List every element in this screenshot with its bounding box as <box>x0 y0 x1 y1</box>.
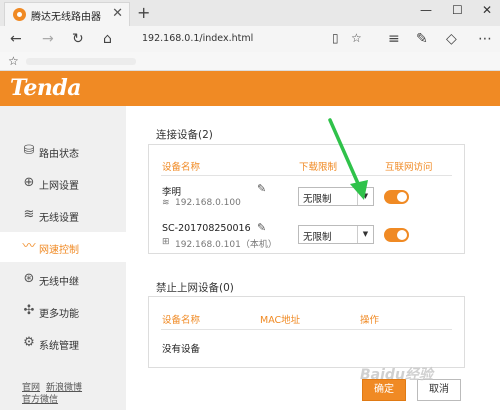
sidebar-item-internet-settings[interactable]: ⊕ 上网设置 <box>0 168 126 198</box>
reading-view-icon[interactable]: ▯ <box>332 31 339 45</box>
speed-icon: 〰 <box>22 239 36 254</box>
favorites-star-icon[interactable]: ☆ <box>8 54 19 68</box>
globe-icon: ⊕ <box>23 175 35 190</box>
tenda-favicon-icon <box>13 8 26 21</box>
device-ip: 192.168.0.101（本机） <box>175 240 277 250</box>
sidebar-item-system-management[interactable]: ⚙ 系统管理 <box>0 328 126 358</box>
chevron-down-icon: ▼ <box>357 226 373 243</box>
back-icon[interactable]: ← <box>10 31 22 47</box>
device-name: SC-201708250016 <box>162 223 251 234</box>
connected-devices-title: 连接设备(2) <box>156 129 213 141</box>
main-content: 连接设备(2) 设备名称 下载限制 互联网访问 李明 ✎ ≋ 192.168.0… <box>126 106 500 410</box>
browser-tab[interactable]: 腾达无线路由器 ✕ <box>4 2 130 26</box>
maximize-button[interactable]: ☐ <box>452 3 463 17</box>
sidebar-item-wireless-relay[interactable]: ⊛ 无线中继 <box>0 264 126 294</box>
blocked-devices-title: 禁止上网设备(0) <box>156 282 234 294</box>
sidebar-item-more-functions[interactable]: ✣ 更多功能 <box>0 296 126 326</box>
official-site-link[interactable]: 官网 <box>22 383 40 393</box>
web-note-icon[interactable]: ✎ <box>416 31 428 47</box>
sidebar-item-label: 无线中继 <box>39 277 79 288</box>
edit-pencil-icon[interactable]: ✎ <box>257 221 266 234</box>
header-divider <box>161 175 452 176</box>
col-action: 操作 <box>360 315 380 326</box>
tenda-logo: Tenda <box>10 75 81 101</box>
minimize-button[interactable]: — <box>420 3 432 17</box>
sidebar-item-speed-control[interactable]: 〰 网速控制 <box>0 232 126 262</box>
wechat-link[interactable]: 官方微信 <box>22 395 58 405</box>
blocked-devices-panel: 设备名称 MAC地址 操作 没有设备 <box>148 296 465 368</box>
col-device-name: 设备名称 <box>162 162 201 173</box>
col-device-name: 设备名称 <box>162 315 201 326</box>
device-ip: 192.168.0.100 <box>175 198 241 208</box>
sidebar-item-label: 路由状态 <box>39 149 79 160</box>
connected-devices-panel: 设备名称 下载限制 互联网访问 李明 ✎ ≋ 192.168.0.100 无限制… <box>148 144 465 254</box>
address-url[interactable]: 192.168.0.1/index.html <box>142 33 253 44</box>
share-icon[interactable]: ◇ <box>446 31 457 47</box>
gear-icon: ⚙ <box>23 335 35 350</box>
annotation-arrow-icon <box>328 118 368 200</box>
browser-tab-bar: 腾达无线路由器 ✕ + — ☐ ✕ <box>0 0 500 26</box>
close-window-button[interactable]: ✕ <box>482 3 492 17</box>
download-limit-select[interactable]: 无限制 ▼ <box>298 225 374 244</box>
router-status-icon: ⛁ <box>23 143 35 158</box>
refresh-icon[interactable]: ↻ <box>72 31 84 47</box>
col-mac-address: MAC地址 <box>260 315 301 326</box>
wifi-icon: ≋ <box>23 207 35 222</box>
sidebar-footer-links: 官网 新浪微博 官方微信 <box>22 382 88 406</box>
home-icon[interactable]: ⌂ <box>103 31 112 47</box>
hub-icon[interactable]: ≡ <box>388 31 400 47</box>
sidebar: ⛁ 路由状态 ⊕ 上网设置 ≋ 无线设置 〰 网速控制 ⊛ 无线中继 ✣ 更多功… <box>0 106 126 410</box>
favorites-placeholder <box>26 58 136 65</box>
edit-pencil-icon[interactable]: ✎ <box>257 182 266 195</box>
more-menu-icon[interactable]: ⋯ <box>478 31 492 47</box>
sidebar-item-label: 无线设置 <box>39 213 79 224</box>
more-functions-icon: ✣ <box>23 303 35 318</box>
sidebar-item-wireless-settings[interactable]: ≋ 无线设置 <box>0 200 126 230</box>
col-internet-access: 互联网访问 <box>385 162 433 173</box>
wifi-icon: ≋ <box>162 198 170 208</box>
lan-icon: ⊞ <box>162 237 170 247</box>
favorite-star-icon[interactable]: ☆ <box>351 31 362 45</box>
internet-access-toggle[interactable] <box>384 190 409 204</box>
relay-icon: ⊛ <box>23 271 35 286</box>
sidebar-item-router-status[interactable]: ⛁ 路由状态 <box>0 136 126 166</box>
header-divider <box>161 329 452 330</box>
tab-close-icon[interactable]: ✕ <box>112 6 123 21</box>
no-devices-text: 没有设备 <box>162 344 201 355</box>
favorites-bar: ☆ <box>0 52 500 71</box>
forward-icon[interactable]: → <box>42 31 54 47</box>
brand-header: Tenda <box>0 71 500 106</box>
browser-nav-bar: ← → ↻ ⌂ 192.168.0.1/index.html ▯ ☆ ≡ ✎ ◇… <box>0 26 500 52</box>
baidu-watermark: Baidu经验 <box>360 367 433 383</box>
download-limit-value: 无限制 <box>303 232 332 243</box>
sidebar-item-label: 网速控制 <box>39 245 79 256</box>
weibo-link[interactable]: 新浪微博 <box>46 383 82 393</box>
sidebar-item-label: 上网设置 <box>39 181 79 192</box>
device-name: 李明 <box>162 187 182 198</box>
tab-title: 腾达无线路由器 <box>31 12 101 23</box>
sidebar-item-label: 更多功能 <box>39 309 79 320</box>
internet-access-toggle[interactable] <box>384 228 409 242</box>
sidebar-item-label: 系统管理 <box>39 341 79 352</box>
new-tab-button[interactable]: + <box>137 3 150 22</box>
address-bar[interactable]: 192.168.0.1/index.html ▯ ☆ <box>134 29 370 49</box>
